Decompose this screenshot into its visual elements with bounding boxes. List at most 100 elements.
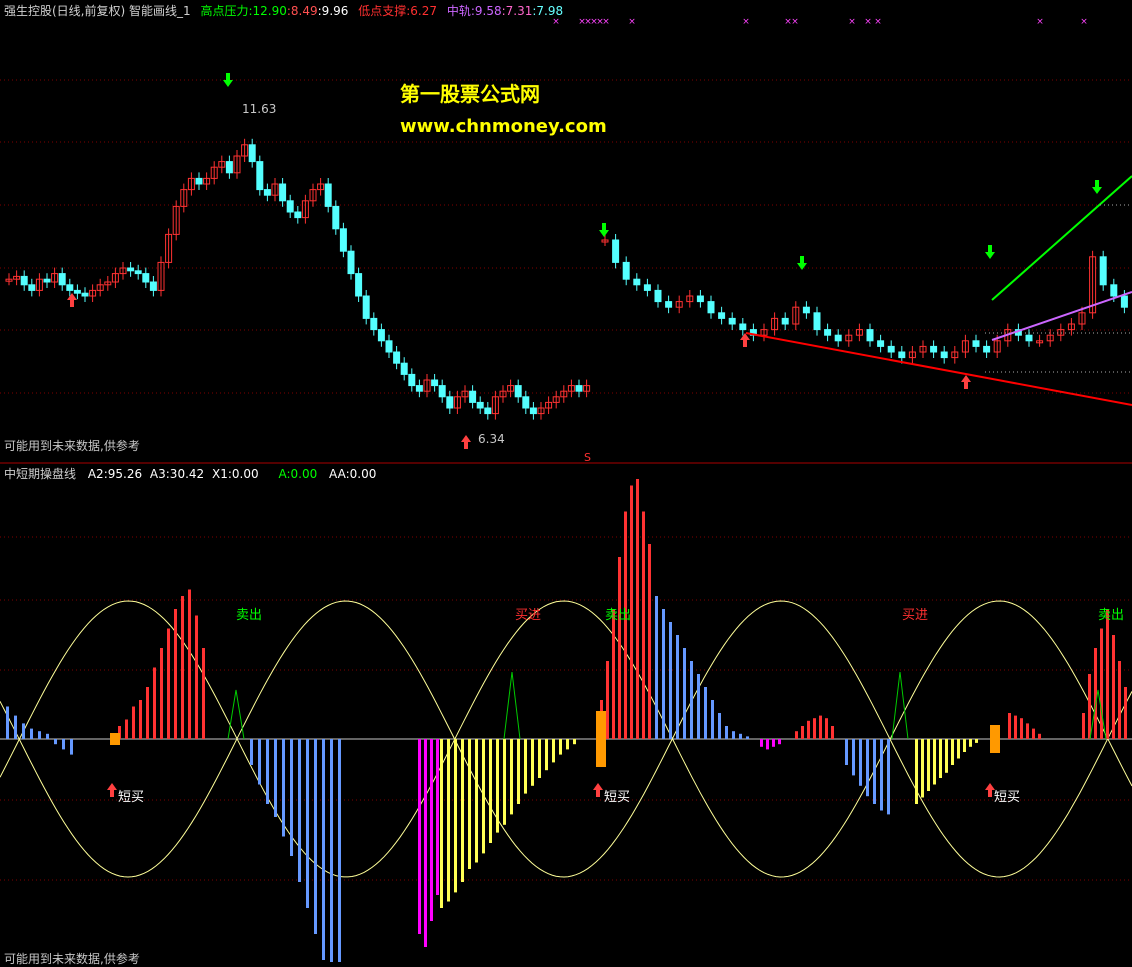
candle-body (887, 345, 895, 353)
histogram-blue-bar (859, 739, 862, 786)
histogram-blue-bar (38, 731, 41, 739)
histogram-red-bar (642, 511, 645, 739)
candle-body (1099, 256, 1107, 286)
candle-body (529, 407, 537, 415)
resistance-trendline (991, 175, 1132, 301)
candle-body (972, 340, 980, 347)
candle-body (127, 267, 135, 272)
x-signal-marker: × (874, 17, 882, 27)
candle-body (612, 239, 620, 263)
histogram-yellow-bar (454, 739, 457, 893)
candle-body (707, 301, 715, 314)
histogram-blue-bar (662, 609, 665, 739)
candle-body (643, 284, 651, 291)
candle-body (728, 317, 736, 325)
histogram-yellow-bar (482, 739, 485, 854)
candle-body (476, 401, 484, 409)
histogram-red-bar (1118, 661, 1121, 739)
candle-body (622, 261, 630, 280)
histogram-yellow-bar (503, 739, 506, 825)
sell-arrow-icon (985, 245, 995, 259)
histogram-yellow-bar (440, 739, 443, 908)
histogram-blue-bar (880, 739, 883, 811)
candle-body (834, 334, 842, 342)
candle-body (813, 312, 821, 331)
s-signal-marker: S (584, 451, 591, 464)
sell-arrow-icon (223, 73, 233, 87)
candle-body (408, 373, 416, 387)
indicator-a: A:0.00 (278, 467, 318, 481)
candle-body (393, 351, 401, 364)
candle-body (781, 317, 789, 325)
histogram-red-bar (1020, 718, 1023, 739)
candle-body (20, 275, 28, 286)
histogram-blue-bar (866, 739, 869, 797)
candle-body (575, 385, 583, 392)
histogram-red-bar (1008, 713, 1011, 739)
histogram-blue-bar (46, 733, 49, 739)
candle-body (665, 301, 673, 308)
histogram-yellow-bar (545, 739, 548, 771)
candle-body (1110, 284, 1118, 297)
histogram-red-bar (1082, 713, 1085, 739)
histogram-magenta-bar (430, 739, 433, 921)
indicator-aa: AA:0.00 (329, 467, 377, 481)
histogram-red-bar (167, 628, 170, 739)
buy-arrow-icon (67, 293, 77, 307)
histogram-blue-bar (732, 731, 735, 739)
short-buy-label-1: 短买 (118, 790, 145, 805)
candle-body (294, 211, 302, 219)
histogram-orange-bar (110, 733, 120, 745)
histogram-red-bar (1094, 648, 1097, 739)
histogram-red-bar (1026, 723, 1029, 739)
histogram-yellow-bar (517, 739, 520, 804)
histogram-red-bar (153, 667, 156, 739)
buy-label-2: 买进 (902, 608, 929, 623)
histogram-red-bar (1124, 687, 1127, 739)
candle-body (898, 351, 906, 359)
candle-body (1025, 334, 1033, 342)
sell-label-1: 卖出 (236, 608, 263, 623)
histogram-red-bar (125, 719, 128, 739)
histogram-blue-bar (683, 648, 686, 739)
short-buy-arrow-icon (107, 783, 117, 797)
candle-body (824, 329, 832, 336)
histogram-red-bar (801, 726, 804, 739)
candle-body (400, 362, 408, 375)
candle-body (930, 345, 938, 353)
sell-arrow-icon (599, 223, 609, 237)
candle-body (28, 284, 36, 291)
histogram-yellow-bar (461, 739, 464, 882)
candle-body (225, 161, 233, 174)
histogram-magenta-bar (418, 739, 421, 934)
histogram-yellow-bar (957, 739, 960, 759)
histogram-red-bar (146, 687, 149, 739)
histogram-red-bar (1038, 733, 1041, 739)
histogram-red-bar (1032, 728, 1035, 739)
candle-body (654, 289, 662, 303)
histogram-yellow-bar (969, 739, 972, 747)
short-buy-label-2: 短买 (604, 790, 631, 805)
histogram-red-bar (612, 609, 615, 739)
short-buy-arrow-icon (593, 783, 603, 797)
x-signal-marker: × (864, 17, 872, 27)
candle-body (66, 284, 74, 291)
histogram-yellow-bar (933, 739, 936, 785)
histogram-blue-bar (322, 739, 325, 960)
indicator-title[interactable]: 中短期操盘线 (4, 467, 76, 481)
candle-body (347, 250, 355, 275)
histogram-blue-bar (266, 739, 269, 804)
sell-label-2: 卖出 (605, 608, 632, 623)
candle-body (739, 323, 747, 331)
histogram-yellow-bar (945, 739, 948, 773)
candle-body (43, 278, 51, 283)
candle-body (355, 273, 363, 297)
histogram-yellow-bar (566, 739, 569, 750)
indicator-x1: X1:0.00 (212, 467, 259, 481)
x-signal-marker: × (791, 17, 799, 27)
histogram-magenta-bar (778, 739, 781, 745)
histogram-blue-bar (282, 739, 285, 837)
histogram-yellow-bar (951, 739, 954, 765)
sell-arrow-icon (1092, 180, 1102, 194)
histogram-magenta-bar (766, 739, 769, 750)
